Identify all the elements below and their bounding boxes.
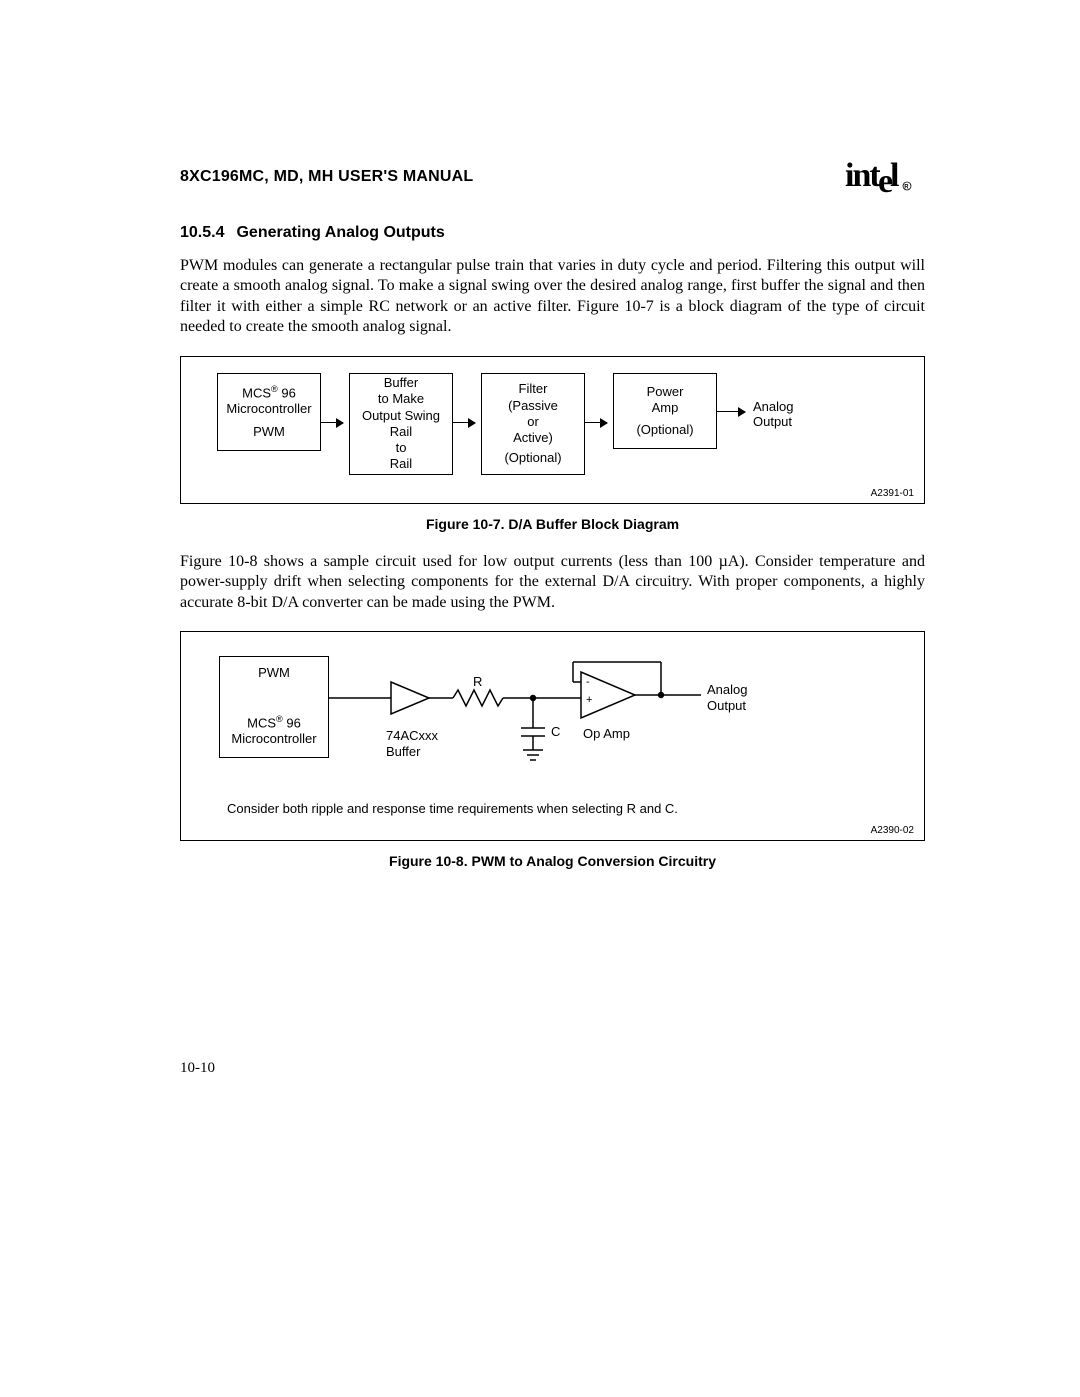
block-filter: Filter (Passive or Active) (Optional)	[481, 373, 585, 475]
figure-code-2: A2390-02	[871, 825, 914, 836]
paragraph-2: Figure 10-8 shows a sample circuit used …	[180, 552, 925, 613]
page-header: 8XC196MC, MD, MH USER'S MANUAL int l e R	[180, 160, 925, 194]
arrow-icon	[717, 411, 745, 413]
figure-10-8-caption: Figure 10-8. PWM to Analog Conversion Ci…	[180, 853, 925, 869]
intel-logo-icon: int l e R	[845, 160, 925, 194]
arrow-icon	[585, 422, 607, 424]
figure-10-8: PWM MCS® 96 Microcontroller	[180, 631, 925, 841]
figure-code: A2391-01	[871, 488, 914, 499]
arrow-icon	[453, 422, 475, 424]
block-buffer: Buffer to Make Output Swing Rail to Rail	[349, 373, 453, 475]
arrow-icon	[321, 422, 343, 424]
opamp-plus-icon: +	[586, 694, 592, 707]
figure-note: Consider both ripple and response time r…	[227, 801, 678, 816]
paragraph-1: PWM modules can generate a rectangular p…	[180, 256, 925, 338]
label-R: R	[473, 674, 482, 690]
section-title: Generating Analog Outputs	[236, 224, 444, 241]
svg-text:int: int	[845, 160, 881, 194]
block-microcontroller: MCS® 96 Microcontroller PWM	[217, 373, 321, 451]
label-opamp: Op Amp	[583, 726, 630, 742]
label-analog-output-2: Analog Output	[707, 682, 747, 713]
label-analog-output: Analog Output	[753, 399, 793, 430]
header-title: 8XC196MC, MD, MH USER'S MANUAL	[180, 168, 473, 186]
svg-text:e: e	[878, 163, 893, 194]
section-heading: 10.5.4 Generating Analog Outputs	[180, 224, 925, 242]
label-buffer: 74ACxxx Buffer	[386, 728, 438, 759]
figure-10-7: MCS® 96 Microcontroller PWM Buffer to Ma…	[180, 356, 925, 504]
opamp-minus-icon: -	[586, 676, 590, 689]
block-power-amp: Power Amp (Optional)	[613, 373, 717, 449]
page-number: 10-10	[180, 1060, 215, 1077]
page: 8XC196MC, MD, MH USER'S MANUAL int l e R…	[0, 0, 1080, 1397]
label-C: C	[551, 724, 560, 740]
section-number: 10.5.4	[180, 224, 224, 241]
circuit-diagram-icon	[181, 632, 921, 802]
figure-10-7-caption: Figure 10-7. D/A Buffer Block Diagram	[180, 516, 925, 532]
svg-text:l: l	[890, 160, 899, 194]
